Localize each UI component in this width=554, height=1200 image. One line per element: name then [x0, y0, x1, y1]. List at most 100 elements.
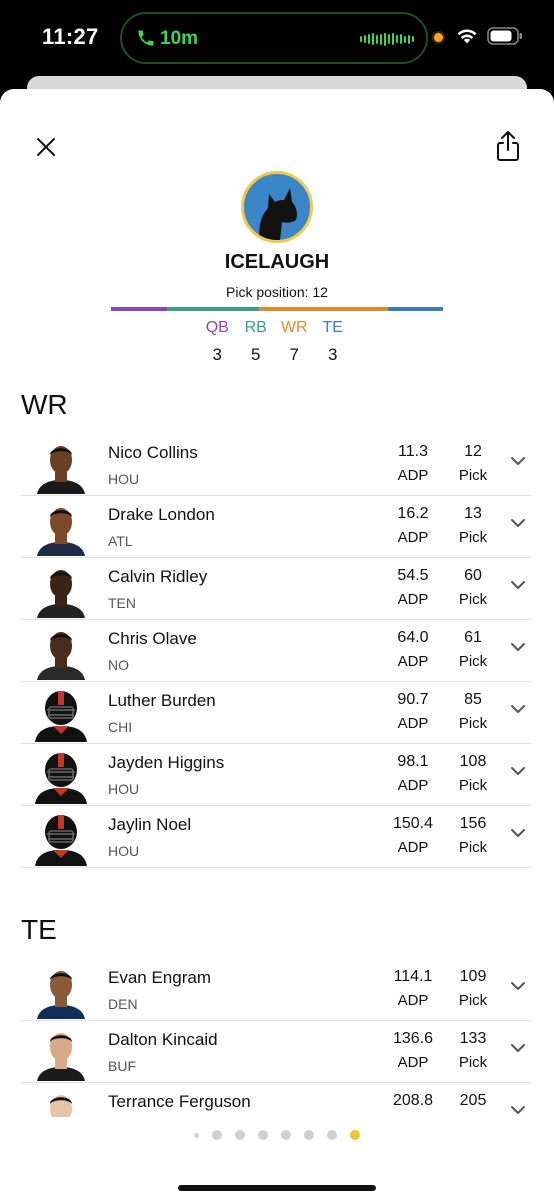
pick-label: Pick: [458, 467, 488, 484]
battery-icon: [487, 27, 522, 45]
pick-label: Pick: [458, 653, 488, 670]
player-row[interactable]: Chris Olave NO 64.0 ADP 61 Pick: [21, 620, 531, 682]
chevron-down-icon[interactable]: [509, 703, 527, 715]
page-dot[interactable]: [235, 1130, 245, 1140]
phone-icon: [138, 30, 154, 46]
qb-segment: [111, 307, 167, 311]
player-name: Calvin Ridley: [108, 567, 208, 586]
chevron-down-icon[interactable]: [509, 1104, 527, 1116]
player-row[interactable]: Evan Engram DEN 114.1 ADP 109 Pick: [21, 959, 531, 1021]
pick-value: 205: [459, 1092, 487, 1109]
player-name: Jaylin Noel: [108, 815, 192, 834]
player-team: NO: [108, 657, 129, 673]
player-headshot: [33, 438, 89, 494]
helmet-silhouette-icon: [33, 810, 89, 866]
clock: 11:27: [42, 24, 99, 49]
home-indicator[interactable]: [178, 1185, 376, 1191]
player-row[interactable]: Calvin Ridley TEN 54.5 ADP 60 Pick: [21, 558, 531, 620]
chevron-down-icon[interactable]: [509, 641, 527, 653]
page-dot[interactable]: [194, 1132, 199, 1138]
section-title: TE: [21, 914, 57, 945]
page-dot[interactable]: [327, 1130, 337, 1140]
page-dot[interactable]: [304, 1130, 314, 1140]
player-row[interactable]: Luther Burden CHI 90.7 ADP 85 Pick: [21, 682, 531, 744]
chevron-down-icon[interactable]: [509, 980, 527, 992]
page-indicator[interactable]: [0, 1130, 554, 1140]
chevron-down-icon[interactable]: [509, 765, 527, 777]
player-name: Nico Collins: [108, 443, 198, 462]
pick-value: 156: [459, 815, 487, 832]
cat-avatar-icon: [241, 171, 313, 243]
pick-label: Pick: [458, 529, 488, 546]
page-dot[interactable]: [281, 1130, 291, 1140]
pick-label: Pick: [458, 591, 488, 608]
player-name: Dalton Kincaid: [108, 1030, 218, 1049]
close-button[interactable]: [30, 131, 62, 163]
position-count: 3: [328, 345, 338, 364]
player-name: Luther Burden: [108, 691, 216, 710]
waveform-icon: [360, 32, 414, 46]
player-team: BUF: [108, 1058, 136, 1074]
player-team: HOU: [108, 843, 140, 859]
position-label: RB: [244, 319, 267, 336]
pick-value: 61: [464, 629, 482, 646]
chevron-down-icon[interactable]: [509, 455, 527, 467]
position-count: 7: [289, 345, 299, 364]
pick-value: 133: [459, 1030, 487, 1047]
player-row[interactable]: Drake London ATL 16.2 ADP 13 Pick: [21, 496, 531, 558]
call-duration: 10m: [160, 28, 199, 49]
player-team: TEN: [108, 595, 136, 611]
chevron-down-icon[interactable]: [509, 517, 527, 529]
position-count-te: TE 3: [314, 319, 353, 365]
position-counts: QB 3 RB 5 WR 7 TE 3: [198, 319, 352, 365]
player-headshot: [33, 562, 89, 618]
pick-label: Pick: [458, 839, 488, 856]
status-bar: 11:27 10m: [0, 0, 554, 80]
position-count-rb: RB 5: [237, 319, 276, 365]
position-label: WR: [280, 319, 308, 336]
player-row[interactable]: Dalton Kincaid BUF 136.6 ADP 133 Pick: [21, 1021, 531, 1083]
position-count-qb: QB 3: [198, 319, 237, 365]
section-title: WR: [21, 389, 68, 420]
position-distribution-bar: [111, 307, 443, 311]
username: ICELAUGH: [224, 251, 330, 273]
pick-value: 109: [459, 968, 487, 985]
position-count-wr: WR 7: [275, 319, 314, 365]
chevron-down-icon[interactable]: [509, 579, 527, 591]
page-dot[interactable]: [258, 1130, 268, 1140]
player-name: Jayden Higgins: [108, 753, 225, 772]
player-row[interactable]: Nico Collins HOU 11.3 ADP 12 Pick: [21, 434, 531, 496]
helmet-silhouette-icon: [33, 748, 89, 804]
player-row[interactable]: Jayden Higgins HOU 98.1 ADP 108 Pick: [21, 744, 531, 806]
player-team: HOU: [108, 471, 140, 487]
share-button[interactable]: [493, 129, 523, 163]
pick-value: 60: [464, 567, 482, 584]
live-call-island[interactable]: 10m: [120, 12, 428, 64]
wr-segment: [259, 307, 388, 311]
te-segment: [388, 307, 443, 311]
pick-label: Pick: [458, 715, 488, 732]
pick-value: 85: [464, 691, 482, 708]
page-dot[interactable]: [350, 1130, 360, 1140]
player-headshot: [33, 1025, 89, 1081]
player-headshot: [33, 963, 89, 1019]
pick-label: Pick: [458, 992, 488, 1009]
player-name: Drake London: [108, 505, 215, 524]
player-headshot: [33, 624, 89, 680]
position-count: 5: [251, 345, 261, 364]
recording-dot-icon: [432, 31, 445, 44]
player-name: Evan Engram: [108, 968, 211, 987]
player-headshot: [33, 500, 89, 556]
chevron-down-icon[interactable]: [509, 1042, 527, 1054]
player-name: Terrance Ferguson: [108, 1092, 251, 1111]
rb-segment: [167, 307, 259, 311]
page-dot[interactable]: [212, 1130, 222, 1140]
position-label: QB: [205, 319, 229, 336]
player-name: Chris Olave: [108, 629, 197, 648]
share-icon: [497, 131, 519, 161]
player-team: DEN: [108, 996, 138, 1012]
wifi-icon: [457, 29, 477, 44]
chevron-down-icon[interactable]: [509, 827, 527, 839]
player-row[interactable]: Jaylin Noel HOU 150.4 ADP 156 Pick: [21, 806, 531, 868]
pick-value: 108: [459, 753, 487, 770]
